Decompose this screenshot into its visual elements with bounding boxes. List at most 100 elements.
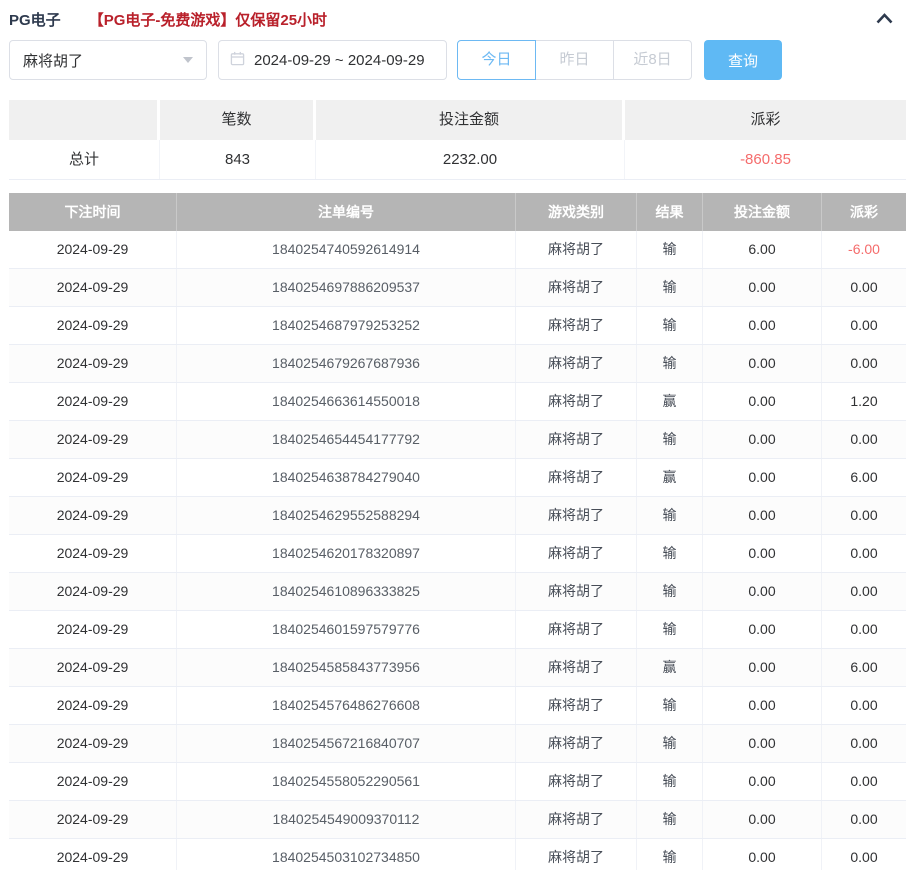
summary-total-row: 总计 843 2232.00 -860.85: [9, 140, 906, 180]
table-row: 2024-09-291840254549009370112麻将胡了输0.000.…: [9, 801, 906, 839]
result-cell: 输: [637, 535, 703, 572]
date-range-input[interactable]: 2024-09-29 ~ 2024-09-29: [218, 40, 447, 80]
bet-amount-cell: 0.00: [703, 801, 822, 838]
bet-time-cell: 2024-09-29: [9, 307, 177, 344]
bet-time-cell: 2024-09-29: [9, 725, 177, 762]
payout-cell: 0.00: [822, 307, 906, 344]
records-body: 2024-09-291840254740592614914麻将胡了输6.00-6…: [9, 231, 906, 870]
bet-time-cell: 2024-09-29: [9, 649, 177, 686]
summary-payout-value: -860.85: [625, 140, 906, 179]
bet-time-cell: 2024-09-29: [9, 269, 177, 306]
column-header: 下注时间: [9, 193, 177, 231]
result-cell: 输: [637, 801, 703, 838]
game-type-cell: 麻将胡了: [516, 763, 637, 800]
bet-time-cell: 2024-09-29: [9, 497, 177, 534]
payout-cell: 0.00: [822, 687, 906, 724]
bet-id-cell: 1840254687979253252: [177, 307, 516, 344]
table-row: 2024-09-291840254679267687936麻将胡了输0.000.…: [9, 345, 906, 383]
bet-id-cell: 1840254679267687936: [177, 345, 516, 382]
game-type-cell: 麻将胡了: [516, 725, 637, 762]
query-button[interactable]: 查询: [704, 40, 782, 80]
bet-id-cell: 1840254663614550018: [177, 383, 516, 420]
bet-id-cell: 1840254558052290561: [177, 763, 516, 800]
bet-amount-cell: 0.00: [703, 497, 822, 534]
bet-time-cell: 2024-09-29: [9, 687, 177, 724]
payout-cell: 0.00: [822, 763, 906, 800]
game-type-cell: 麻将胡了: [516, 231, 637, 268]
game-type-cell: 麻将胡了: [516, 383, 637, 420]
table-row: 2024-09-291840254740592614914麻将胡了输6.00-6…: [9, 231, 906, 269]
bet-id-cell: 1840254549009370112: [177, 801, 516, 838]
column-header: 派彩: [822, 193, 906, 231]
game-type-cell: 麻将胡了: [516, 649, 637, 686]
bet-time-cell: 2024-09-29: [9, 345, 177, 382]
payout-cell: 0.00: [822, 801, 906, 838]
range-yesterday-button[interactable]: 昨日: [535, 40, 614, 80]
calendar-icon: [230, 51, 245, 70]
game-type-cell: 麻将胡了: [516, 345, 637, 382]
result-cell: 赢: [637, 383, 703, 420]
range-last8days-button[interactable]: 近8日: [613, 40, 692, 80]
game-type-cell: 麻将胡了: [516, 307, 637, 344]
payout-cell: 6.00: [822, 459, 906, 496]
bet-amount-cell: 0.00: [703, 763, 822, 800]
bet-amount-cell: 0.00: [703, 421, 822, 458]
bet-id-cell: 1840254610896333825: [177, 573, 516, 610]
game-type-cell: 麻将胡了: [516, 801, 637, 838]
bet-id-cell: 1840254585843773956: [177, 649, 516, 686]
filter-bar: 麻将胡了 2024-09-29 ~ 2024-09-29 今日 昨日 近8日 查…: [9, 40, 906, 80]
bet-id-cell: 1840254629552588294: [177, 497, 516, 534]
bet-time-cell: 2024-09-29: [9, 763, 177, 800]
bet-amount-cell: 6.00: [703, 231, 822, 268]
table-row: 2024-09-291840254503102734850麻将胡了输0.000.…: [9, 839, 906, 870]
result-cell: 输: [637, 573, 703, 610]
column-header: 投注金额: [703, 193, 822, 231]
panel-title: PG电子: [9, 9, 61, 30]
date-range-value: 2024-09-29 ~ 2024-09-29: [254, 52, 425, 69]
result-cell: 输: [637, 763, 703, 800]
retention-notice: 【PG电子-免费游戏】仅保留25小时: [89, 9, 327, 30]
summary-header-row: 笔数 投注金额 派彩: [9, 100, 906, 140]
bet-id-cell: 1840254503102734850: [177, 839, 516, 870]
caret-down-icon: [183, 57, 193, 63]
range-today-button[interactable]: 今日: [457, 40, 536, 80]
panel-header: PG电子 【PG电子-免费游戏】仅保留25小时: [9, 0, 906, 28]
table-row: 2024-09-291840254585843773956麻将胡了赢0.006.…: [9, 649, 906, 687]
game-type-cell: 麻将胡了: [516, 687, 637, 724]
bet-amount-cell: 0.00: [703, 535, 822, 572]
game-type-cell: 麻将胡了: [516, 421, 637, 458]
payout-cell: 0.00: [822, 611, 906, 648]
bet-amount-cell: 0.00: [703, 573, 822, 610]
table-row: 2024-09-291840254620178320897麻将胡了输0.000.…: [9, 535, 906, 573]
table-row: 2024-09-291840254576486276608麻将胡了输0.000.…: [9, 687, 906, 725]
payout-cell: 6.00: [822, 649, 906, 686]
summary-header-payout: 派彩: [625, 100, 906, 140]
payout-cell: 0.00: [822, 535, 906, 572]
bet-amount-cell: 0.00: [703, 459, 822, 496]
payout-cell: 0.00: [822, 497, 906, 534]
table-row: 2024-09-291840254567216840707麻将胡了输0.000.…: [9, 725, 906, 763]
result-cell: 输: [637, 611, 703, 648]
summary-header-count: 笔数: [160, 100, 316, 140]
summary-header-bet-amount: 投注金额: [316, 100, 625, 140]
result-cell: 输: [637, 725, 703, 762]
bet-amount-cell: 0.00: [703, 839, 822, 870]
game-select[interactable]: 麻将胡了: [9, 40, 207, 80]
bet-time-cell: 2024-09-29: [9, 459, 177, 496]
collapse-button[interactable]: [875, 12, 894, 28]
summary-total-label: 总计: [9, 140, 160, 179]
table-row: 2024-09-291840254697886209537麻将胡了输0.000.…: [9, 269, 906, 307]
table-row: 2024-09-291840254687979253252麻将胡了输0.000.…: [9, 307, 906, 345]
bet-time-cell: 2024-09-29: [9, 383, 177, 420]
bet-amount-cell: 0.00: [703, 269, 822, 306]
bet-time-cell: 2024-09-29: [9, 231, 177, 268]
summary-header-blank: [9, 100, 160, 140]
payout-cell: 0.00: [822, 725, 906, 762]
bet-id-cell: 1840254740592614914: [177, 231, 516, 268]
bet-id-cell: 1840254697886209537: [177, 269, 516, 306]
payout-cell: 0.00: [822, 421, 906, 458]
bet-id-cell: 1840254620178320897: [177, 535, 516, 572]
game-type-cell: 麻将胡了: [516, 535, 637, 572]
game-type-cell: 麻将胡了: [516, 611, 637, 648]
payout-cell: -6.00: [822, 231, 906, 268]
